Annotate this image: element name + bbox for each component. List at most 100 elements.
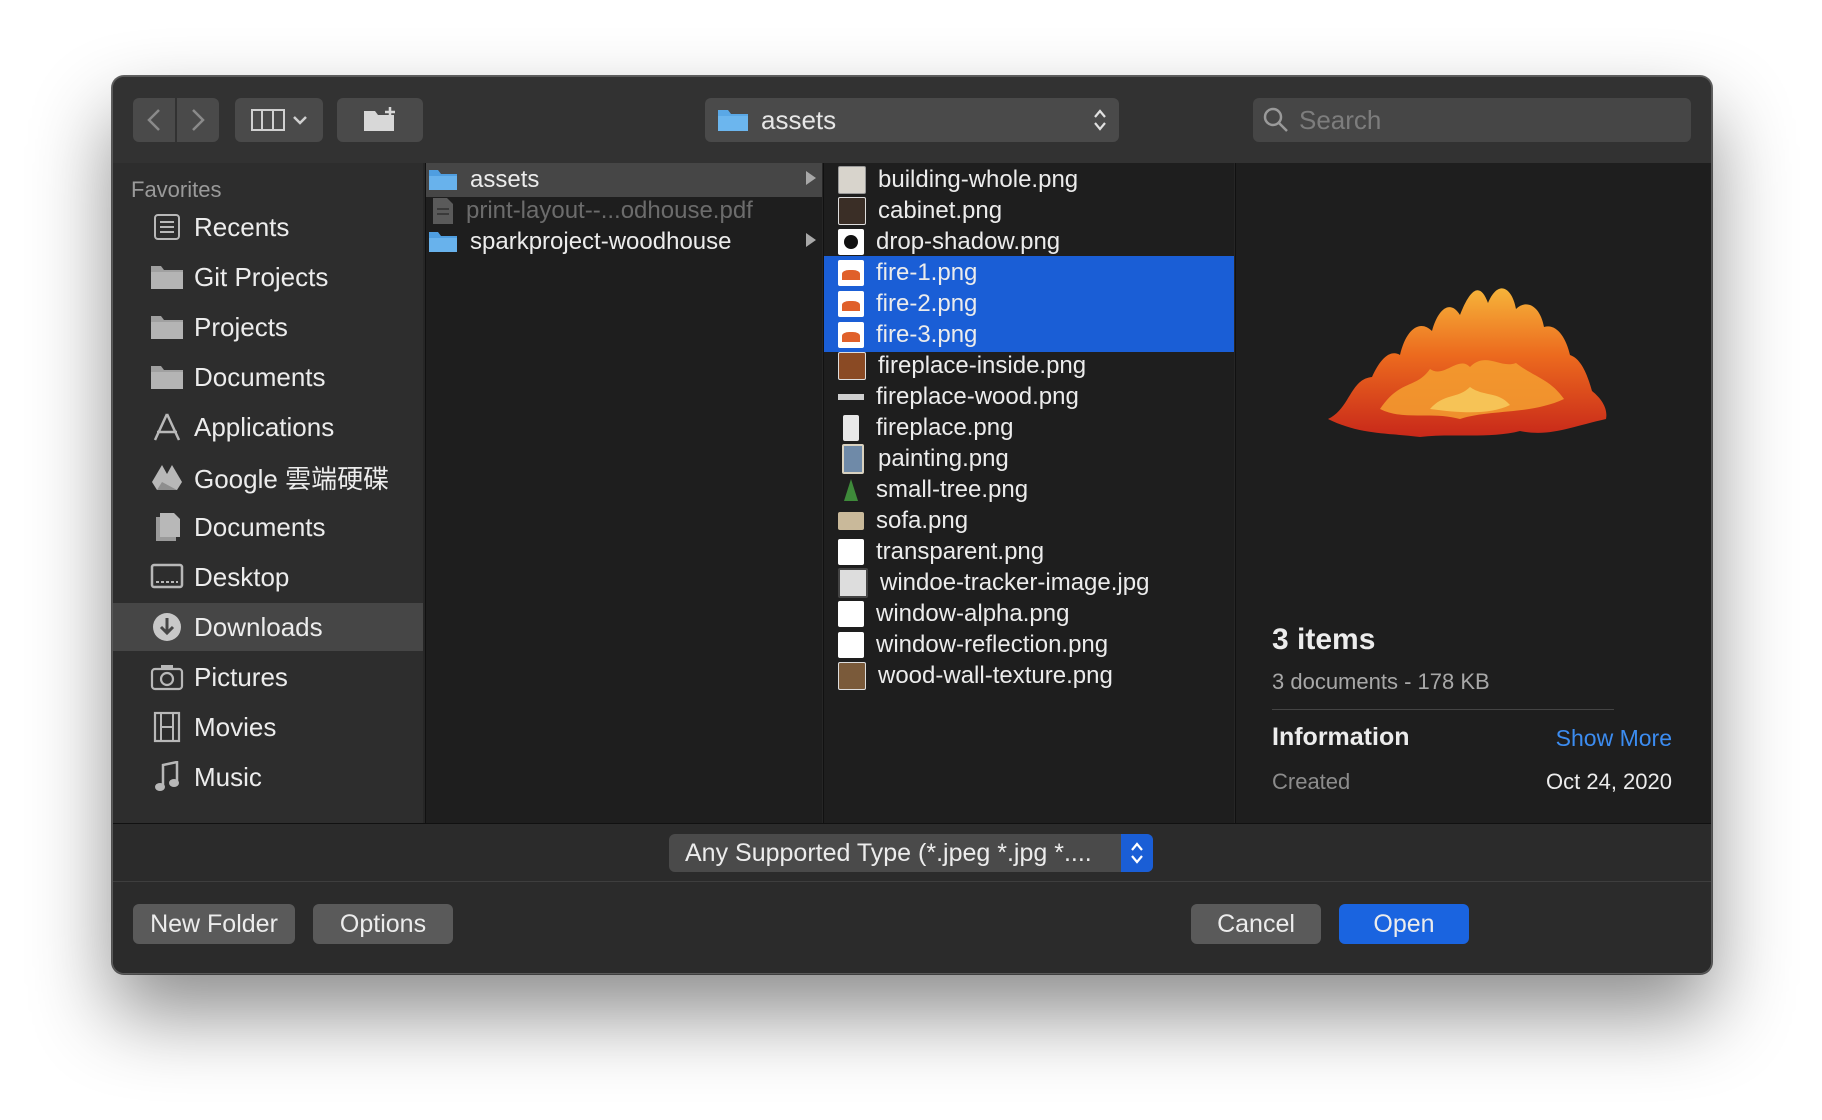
forward-button[interactable] (177, 98, 219, 142)
sidebar-item-music[interactable]: Music (113, 753, 423, 801)
list-item-file-selected[interactable]: fire-2.png (824, 287, 1234, 321)
file-type-bar: Any Supported Type (*.jpeg *.jpg *.... (113, 823, 1711, 882)
list-item-label: fire-2.png (876, 290, 978, 317)
list-item-label: fire-3.png (876, 321, 978, 348)
list-item-label: wood-wall-texture.png (878, 662, 1113, 689)
list-item-file[interactable]: wood-wall-texture.png (824, 659, 1234, 693)
list-item-label: sparkproject-woodhouse (470, 228, 732, 255)
file-type-popup[interactable]: Any Supported Type (*.jpeg *.jpg *.... (669, 834, 1153, 872)
list-item-file[interactable]: transparent.png (824, 535, 1234, 569)
applications-icon (149, 411, 185, 443)
preview-subtitle: 3 documents - 178 KB (1272, 669, 1490, 694)
list-item-label: drop-shadow.png (876, 228, 1061, 255)
disclosure-arrow-icon (806, 233, 816, 247)
downloads-icon (149, 611, 185, 643)
sidebar-item-google-drive[interactable]: Google 雲端硬碟 (113, 453, 423, 501)
cancel-button[interactable]: Cancel (1191, 904, 1321, 944)
sidebar-item-projects[interactable]: Projects (113, 303, 423, 351)
path-popup-label: assets (761, 104, 837, 135)
options-button[interactable]: Options (313, 904, 453, 944)
list-item-label: fire-1.png (876, 259, 978, 286)
image-thumbnail-icon (842, 444, 864, 474)
image-thumbnail-icon (838, 229, 864, 255)
button-bar: New Folder Options Cancel Open (113, 881, 1711, 973)
image-thumbnail-icon (838, 662, 866, 690)
sidebar-item-label: Music (194, 761, 262, 792)
path-popup[interactable]: assets (705, 98, 1119, 142)
view-mode-button[interactable] (235, 98, 323, 142)
column-view-icon (251, 109, 285, 131)
browser-column-2: building-whole.png cabinet.png drop-shad… (823, 163, 1234, 823)
disclosure-arrow-icon (806, 171, 816, 185)
new-folder-button[interactable]: New Folder (133, 904, 295, 944)
list-item-label: small-tree.png (876, 476, 1029, 503)
desktop-icon (149, 561, 185, 593)
image-thumbnail-icon (838, 322, 864, 348)
folder-plus-icon (364, 107, 395, 131)
sidebar-item-recents[interactable]: Recents (113, 203, 423, 251)
sidebar-item-applications[interactable]: Applications (113, 403, 423, 451)
list-item-label: sofa.png (876, 507, 969, 534)
file-type-label: Any Supported Type (*.jpeg *.jpg *.... (685, 838, 1092, 867)
created-label: Created (1272, 769, 1351, 794)
list-item-file[interactable]: cabinet.png (824, 194, 1234, 228)
image-thumbnail-icon (838, 197, 866, 225)
music-note-icon (149, 761, 185, 793)
search-field[interactable] (1253, 98, 1691, 142)
image-thumbnail-icon (838, 291, 864, 317)
list-item-file-selected[interactable]: fire-1.png (824, 256, 1234, 290)
sidebar-item-pictures[interactable]: Pictures (113, 653, 423, 701)
image-thumbnail-icon (838, 512, 864, 530)
toolbar: assets (113, 77, 1711, 163)
chevron-down-icon (293, 116, 307, 125)
up-down-arrows-icon (1094, 109, 1106, 131)
image-thumbnail-icon (843, 415, 859, 441)
back-button[interactable] (133, 98, 175, 142)
list-item-file-selected[interactable]: fire-3.png (824, 318, 1234, 352)
image-thumbnail-icon (838, 384, 864, 410)
list-item-file[interactable]: painting.png (824, 442, 1234, 476)
chevron-right-icon (192, 109, 205, 131)
folder-icon (718, 110, 748, 131)
search-input[interactable] (1297, 103, 1661, 137)
new-folder-toolbar-button[interactable] (337, 98, 423, 142)
list-item-file[interactable]: fireplace.png (824, 411, 1234, 445)
list-item-file[interactable]: fireplace-inside.png (824, 349, 1234, 383)
sidebar-item-documents-2[interactable]: Documents (113, 503, 423, 551)
open-button[interactable]: Open (1339, 904, 1469, 944)
sidebar-item-downloads[interactable]: Downloads (113, 603, 423, 651)
list-item-file[interactable]: building-whole.png (824, 163, 1234, 197)
sidebar-item-label: Downloads (194, 611, 323, 642)
list-item-file[interactable]: window-alpha.png (824, 597, 1234, 631)
list-item-file[interactable]: windoe-tracker-image.jpg (824, 566, 1234, 600)
sidebar-item-documents[interactable]: Documents (113, 353, 423, 401)
list-item-label: transparent.png (876, 538, 1045, 565)
list-item-label: cabinet.png (878, 197, 1003, 224)
sidebar-item-git-projects[interactable]: Git Projects (113, 253, 423, 301)
list-item-file[interactable]: window-reflection.png (824, 628, 1234, 662)
list-item-file[interactable]: drop-shadow.png (824, 225, 1234, 259)
list-item-file[interactable]: sofa.png (824, 504, 1234, 538)
list-item-pdf: print-layout--...odhouse.pdf (426, 194, 822, 228)
list-item-sparkproject-woodhouse[interactable]: sparkproject-woodhouse (426, 225, 822, 259)
image-thumbnail-icon (838, 568, 868, 598)
sidebar-item-desktop[interactable]: Desktop (113, 553, 423, 601)
sidebar-heading: Favorites (131, 177, 222, 202)
list-item-assets[interactable]: assets (426, 163, 822, 197)
open-file-dialog: assets Favorites Recents Git Projects Pr… (112, 76, 1712, 974)
film-icon (149, 711, 185, 743)
folder-icon (149, 261, 185, 293)
list-item-file[interactable]: fireplace-wood.png (824, 380, 1234, 414)
list-item-label: windoe-tracker-image.jpg (880, 569, 1150, 596)
fire-preview-image (1328, 288, 1607, 437)
list-item-label: fireplace-wood.png (876, 383, 1079, 410)
sidebar: Favorites Recents Git Projects Projects … (113, 163, 423, 823)
chevron-left-icon (147, 109, 160, 131)
camera-icon (149, 661, 185, 693)
show-more-link[interactable]: Show More (1556, 725, 1672, 752)
sidebar-item-movies[interactable]: Movies (113, 703, 423, 751)
google-drive-icon (149, 461, 185, 493)
list-item-file[interactable]: small-tree.png (824, 473, 1234, 507)
list-item-label: window-reflection.png (876, 631, 1109, 658)
recents-icon (149, 211, 185, 243)
